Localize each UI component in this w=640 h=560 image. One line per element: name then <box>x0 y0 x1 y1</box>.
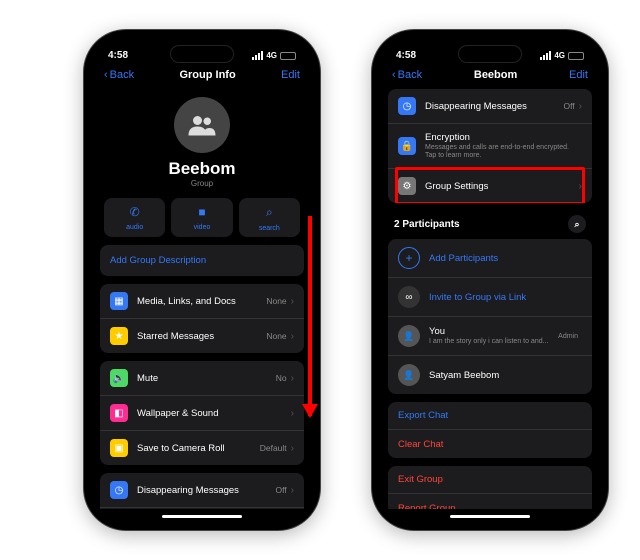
notch <box>458 45 522 63</box>
participants-section: + Add Participants ∞ Invite to Group via… <box>388 239 592 394</box>
description-section: Add Group Description <box>100 245 304 276</box>
video-call-button[interactable]: ■ video <box>171 198 232 237</box>
media-row[interactable]: ▦ Media, Links, and Docs None › <box>100 284 304 319</box>
participants-header: 2 Participants ⌕ <box>388 211 592 239</box>
encryption-row[interactable]: 🔒 Encryption Messages and calls are end-… <box>100 508 304 509</box>
group-subtitle: Group <box>100 179 304 188</box>
star-icon: ★ <box>110 327 128 345</box>
chevron-right-icon: › <box>579 101 582 112</box>
gear-icon: ⚙ <box>398 177 416 195</box>
home-indicator[interactable] <box>162 515 242 518</box>
participant-row[interactable]: 👤 Satyam Beebom <box>388 356 592 394</box>
phone-frame-left: 4:58 4G ‹ Back Group Info Edit Beebom Gr… <box>84 30 320 530</box>
mute-row[interactable]: 🔈 Mute No › <box>100 361 304 396</box>
content-left: Beebom Group ✆ audio ■ video ⌕ search Ad… <box>92 89 312 509</box>
timer-icon: ◷ <box>110 481 128 499</box>
video-icon: ■ <box>171 205 232 219</box>
search-icon: ⌕ <box>239 205 300 220</box>
status-time: 4:58 <box>396 50 416 61</box>
clear-chat-row[interactable]: Clear Chat <box>388 430 592 458</box>
phone-frame-right: 4:58 4G ‹ Back Beebom Edit ◷ Disappearin… <box>372 30 608 530</box>
screen-right: 4:58 4G ‹ Back Beebom Edit ◷ Disappearin… <box>380 38 600 522</box>
status-indicators: 4G <box>540 50 584 61</box>
nav-bar: ‹ Back Group Info Edit <box>92 65 312 89</box>
notch <box>170 45 234 63</box>
save-camera-row[interactable]: ▣ Save to Camera Roll Default › <box>100 431 304 465</box>
chevron-left-icon: ‹ <box>392 69 396 81</box>
add-participants-row[interactable]: + Add Participants <box>388 239 592 278</box>
chevron-right-icon: › <box>291 443 294 454</box>
camera-icon: ▣ <box>110 439 128 457</box>
media-section: ▦ Media, Links, and Docs None › ★ Starre… <box>100 284 304 353</box>
wallpaper-icon: ◧ <box>110 404 128 422</box>
group-settings-row[interactable]: ⚙ Group Settings › <box>388 169 592 203</box>
disappearing-row[interactable]: ◷ Disappearing Messages Off › <box>388 89 592 124</box>
invite-link-row[interactable]: ∞ Invite to Group via Link <box>388 278 592 317</box>
privacy-section: ◷ Disappearing Messages Off › 🔒 Encrypti… <box>100 473 304 509</box>
danger-section: Exit Group Report Group <box>388 466 592 509</box>
group-avatar[interactable] <box>174 97 230 153</box>
settings-section: 🔈 Mute No › ◧ Wallpaper & Sound › ▣ Save… <box>100 361 304 465</box>
timer-icon: ◷ <box>398 97 416 115</box>
group-name: Beebom <box>100 159 304 179</box>
wallpaper-row[interactable]: ◧ Wallpaper & Sound › <box>100 396 304 431</box>
back-label: Back <box>110 69 134 81</box>
back-label: Back <box>398 69 422 81</box>
edit-button[interactable]: Edit <box>281 69 300 81</box>
mute-icon: 🔈 <box>110 369 128 387</box>
chevron-right-icon: › <box>291 331 294 342</box>
add-description-button[interactable]: Add Group Description <box>100 245 304 276</box>
signal-icon <box>252 51 263 60</box>
participant-you-row[interactable]: 👤 You I am the story only i can listen t… <box>388 317 592 356</box>
content-right: ◷ Disappearing Messages Off › 🔒 Encrypti… <box>380 89 600 509</box>
chevron-right-icon: › <box>291 485 294 496</box>
screen-left: 4:58 4G ‹ Back Group Info Edit Beebom Gr… <box>92 38 312 522</box>
signal-icon <box>540 51 551 60</box>
search-button[interactable]: ⌕ search <box>239 198 300 237</box>
chevron-right-icon: › <box>579 181 582 192</box>
search-participants-button[interactable]: ⌕ <box>568 215 586 233</box>
battery-icon <box>280 52 296 60</box>
encryption-row[interactable]: 🔒 Encryption Messages and calls are end-… <box>388 124 592 169</box>
admin-badge: Admin <box>558 333 578 340</box>
exit-group-row[interactable]: Exit Group <box>388 466 592 494</box>
network-label: 4G <box>266 51 277 60</box>
audio-call-button[interactable]: ✆ audio <box>104 198 165 237</box>
chevron-right-icon: › <box>291 296 294 307</box>
avatar: 👤 <box>398 325 420 347</box>
chevron-left-icon: ‹ <box>104 69 108 81</box>
media-icon: ▦ <box>110 292 128 310</box>
status-indicators: 4G <box>252 50 296 61</box>
export-section: Export Chat Clear Chat <box>388 402 592 458</box>
page-title: Beebom <box>474 69 517 81</box>
privacy-section: ◷ Disappearing Messages Off › 🔒 Encrypti… <box>388 89 592 203</box>
starred-row[interactable]: ★ Starred Messages None › <box>100 319 304 353</box>
phone-icon: ✆ <box>104 205 165 219</box>
battery-icon <box>568 52 584 60</box>
people-icon <box>187 114 217 136</box>
home-indicator[interactable] <box>450 515 530 518</box>
back-button[interactable]: ‹ Back <box>104 69 134 81</box>
report-group-row[interactable]: Report Group <box>388 494 592 509</box>
nav-bar: ‹ Back Beebom Edit <box>380 65 600 89</box>
status-time: 4:58 <box>108 50 128 61</box>
edit-button[interactable]: Edit <box>569 69 588 81</box>
lock-icon: 🔒 <box>398 137 416 155</box>
plus-icon: + <box>398 247 420 269</box>
export-chat-row[interactable]: Export Chat <box>388 402 592 430</box>
page-title: Group Info <box>179 69 235 81</box>
avatar: 👤 <box>398 364 420 386</box>
action-row: ✆ audio ■ video ⌕ search <box>100 198 304 237</box>
back-button[interactable]: ‹ Back <box>392 69 422 81</box>
network-label: 4G <box>554 51 565 60</box>
link-icon: ∞ <box>398 286 420 308</box>
chevron-right-icon: › <box>291 408 294 419</box>
disappearing-row[interactable]: ◷ Disappearing Messages Off › <box>100 473 304 508</box>
chevron-right-icon: › <box>291 373 294 384</box>
scroll-down-arrow-annotation <box>308 216 312 416</box>
